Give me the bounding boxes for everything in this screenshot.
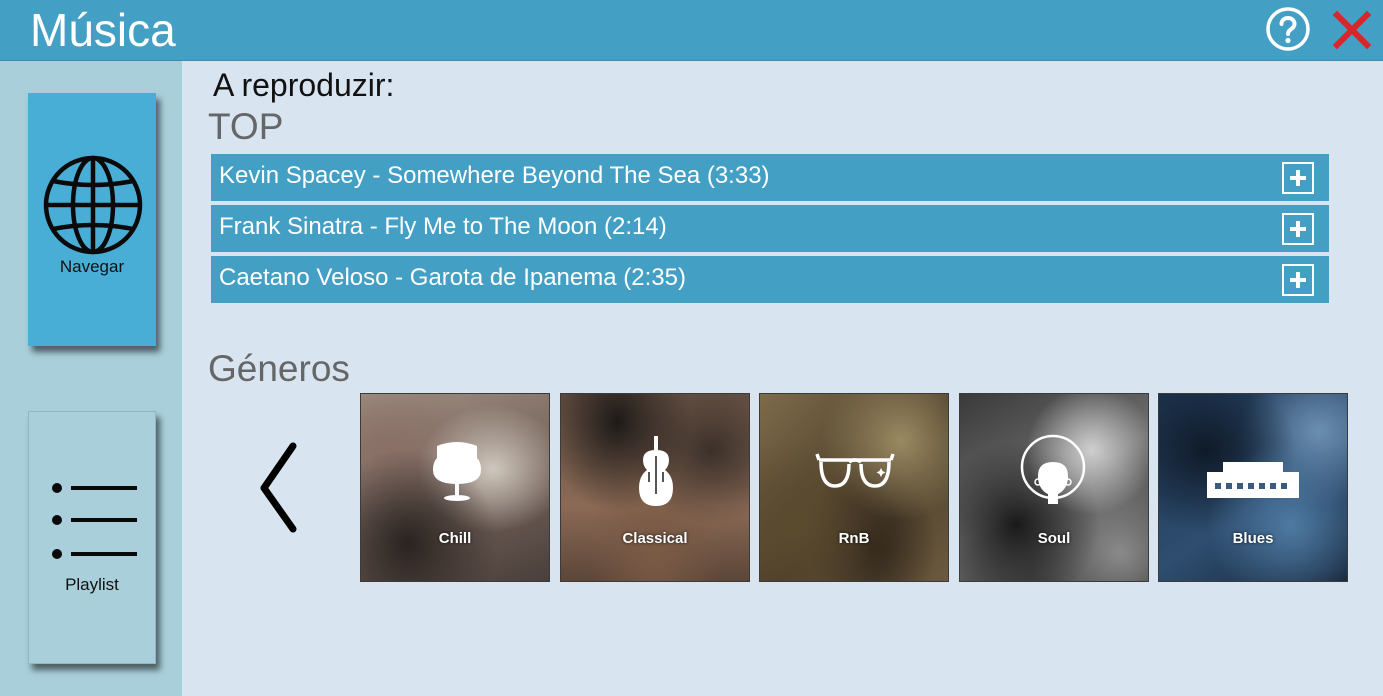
add-track-button[interactable] [1282, 162, 1314, 194]
list-icon [52, 483, 137, 559]
genre-tile-soul[interactable]: Soul [959, 393, 1149, 582]
genre-label: Chill [438, 530, 472, 547]
genres-section-title: Géneros [208, 348, 350, 389]
genre-label: Soul [1037, 530, 1071, 547]
egg-chair-icon [433, 442, 481, 501]
genre-label: Blues [1232, 530, 1274, 547]
now-playing-label: A reproduzir: [213, 67, 395, 103]
sidebar-item-playlist[interactable]: Playlist [28, 411, 156, 664]
sunglasses-icon [815, 453, 895, 488]
track-row[interactable]: Frank Sinatra - Fly Me to The Moon (2:14… [211, 205, 1329, 252]
app-title: Música [30, 4, 176, 56]
chevron-left-icon [260, 442, 297, 533]
sidebar: Navegar Playlist [0, 61, 182, 696]
sidebar-item-label: Playlist [65, 575, 119, 594]
track-label: Kevin Spacey - Somewhere Beyond The Sea … [219, 162, 770, 189]
track-label: Caetano Veloso - Garota de Ipanema (2:35… [219, 264, 686, 291]
sidebar-item-label: Navegar [59, 257, 125, 276]
genre-tile-chill[interactable]: Chill [360, 393, 550, 582]
help-button[interactable] [1265, 6, 1311, 52]
title-bar: Música [0, 0, 1383, 61]
genre-tile-rnb[interactable]: RnB [759, 393, 949, 582]
track-row[interactable]: Kevin Spacey - Somewhere Beyond The Sea … [211, 154, 1329, 201]
genres-prev-button[interactable] [255, 440, 305, 535]
add-track-button[interactable] [1282, 264, 1314, 296]
afro-head-icon [1020, 434, 1086, 504]
sidebar-item-navegar[interactable]: Navegar [28, 93, 156, 346]
genre-label: Classical [622, 530, 688, 547]
harmonica-icon [1207, 462, 1299, 498]
track-label: Frank Sinatra - Fly Me to The Moon (2:14… [219, 213, 667, 240]
top-section-title: TOP [208, 106, 284, 147]
genre-tile-blues[interactable]: Blues [1158, 393, 1348, 582]
globe-icon [43, 155, 143, 255]
track-row[interactable]: Caetano Veloso - Garota de Ipanema (2:35… [211, 256, 1329, 303]
close-x-icon [1332, 10, 1372, 50]
add-track-button[interactable] [1282, 213, 1314, 245]
close-button[interactable] [1330, 8, 1374, 52]
question-circle-icon [1266, 7, 1310, 51]
genre-label: RnB [838, 530, 870, 547]
violin-icon [639, 436, 673, 506]
genre-tile-classical[interactable]: Classical [560, 393, 750, 582]
